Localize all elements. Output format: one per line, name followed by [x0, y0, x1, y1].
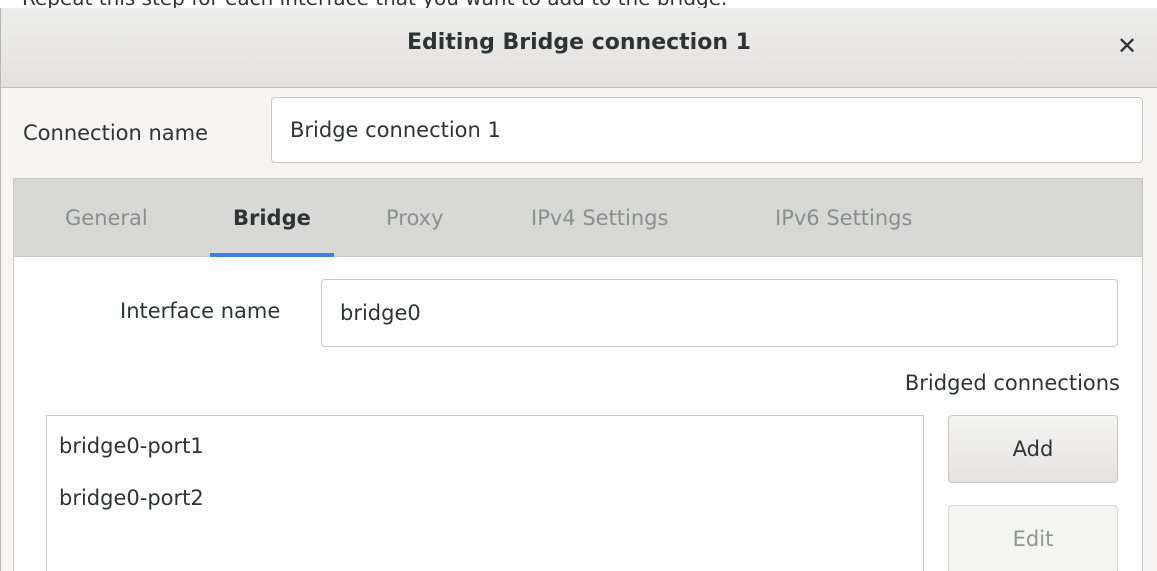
edit-button[interactable]: Edit: [948, 505, 1118, 571]
close-icon[interactable]: ✕: [1107, 26, 1147, 66]
list-item[interactable]: bridge0-port1: [59, 434, 204, 458]
tab-ipv6-settings[interactable]: IPv6 Settings: [775, 179, 912, 257]
tab-bridge[interactable]: Bridge: [210, 179, 334, 257]
tab-ipv4-settings[interactable]: IPv4 Settings: [531, 179, 668, 257]
connection-name-input[interactable]: [271, 97, 1143, 163]
tab-general[interactable]: General: [65, 179, 148, 257]
background-page-text-line: Repeat this step for each interface that…: [22, 0, 727, 8]
add-button[interactable]: Add: [948, 415, 1118, 483]
settings-notebook: General Bridge Proxy IPv4 Settings IPv6 …: [13, 178, 1143, 571]
title-bar: Editing Bridge connection 1 ✕: [1, 8, 1157, 88]
interface-name-label: Interface name: [120, 299, 281, 323]
background-page-text: Repeat this step for each interface that…: [0, 0, 1157, 8]
bridged-connections-list[interactable]: bridge0-port1 bridge0-port2: [46, 415, 924, 571]
interface-name-input[interactable]: [321, 279, 1118, 347]
tab-bar: General Bridge Proxy IPv4 Settings IPv6 …: [14, 179, 1142, 257]
list-item[interactable]: bridge0-port2: [59, 486, 204, 510]
bridged-connections-label: Bridged connections: [904, 371, 1120, 395]
connection-name-label: Connection name: [23, 121, 209, 145]
window-title: Editing Bridge connection 1: [407, 30, 751, 55]
dialog-window: Editing Bridge connection 1 ✕ Connection…: [0, 8, 1157, 571]
tab-proxy[interactable]: Proxy: [386, 179, 444, 257]
